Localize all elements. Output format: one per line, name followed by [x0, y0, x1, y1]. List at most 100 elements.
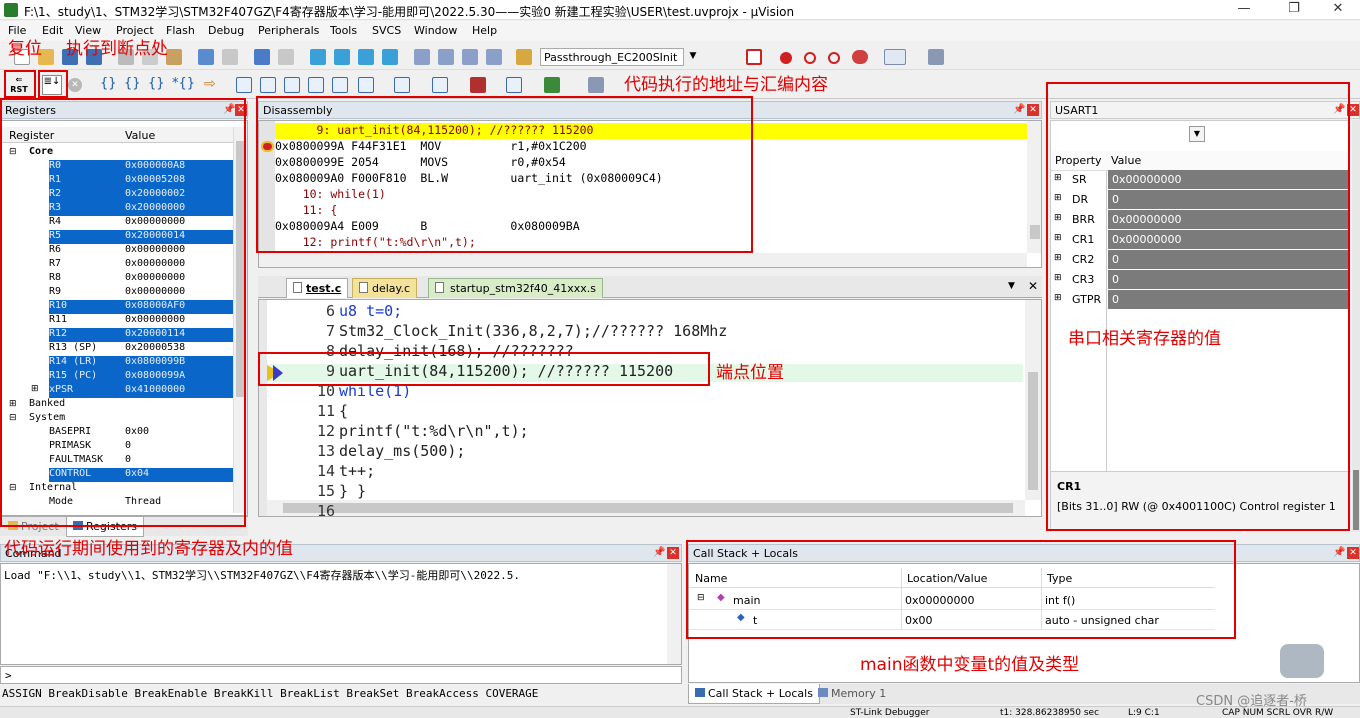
command-input[interactable]: > [0, 666, 682, 684]
scrollbar-thumb[interactable] [1028, 372, 1038, 490]
tree-expander[interactable]: ⊞ [1054, 193, 1062, 203]
menu-svcs[interactable]: SVCS [372, 24, 401, 37]
bookmark-next-icon[interactable] [358, 49, 374, 65]
code-line[interactable]: 13 delay_ms(500); [269, 442, 1019, 462]
memory-window-icon[interactable] [394, 77, 410, 93]
insert-breakpoint-icon[interactable] [780, 52, 792, 64]
step-into-icon[interactable]: {} [100, 76, 117, 91]
comment-icon[interactable] [462, 49, 478, 65]
editor-tab-strip: test.c delay.c startup_stm32f40_41xxx.s … [258, 276, 1042, 298]
bookmark-prev-icon[interactable] [334, 49, 350, 65]
disassembly-hscrollbar[interactable] [259, 253, 1027, 267]
toolbox-icon[interactable] [588, 77, 604, 93]
code-line[interactable]: 7 Stm32_Clock_Init(336,8,2,7);//?????? 16… [269, 322, 1019, 342]
usart-property-row[interactable]: ⊞ BRR 0x00000000 [1052, 210, 1348, 230]
menu-window[interactable]: Window [414, 24, 457, 37]
code-line[interactable]: 12 printf("t:%d\r\n",t); [269, 422, 1019, 442]
pin-icon[interactable]: 📌 [1333, 547, 1345, 558]
menu-flash[interactable]: Flash [166, 24, 195, 37]
watch-window-icon[interactable] [358, 77, 374, 93]
indent-icon[interactable] [414, 49, 430, 65]
code-line[interactable]: 6 u8 t=0; [269, 302, 1019, 322]
menu-edit[interactable]: Edit [42, 24, 63, 37]
tree-expander[interactable]: ⊞ [1054, 173, 1062, 183]
minimize-icon[interactable]: — [1224, 1, 1264, 16]
chevron-down-icon[interactable]: ▼ [1008, 281, 1015, 291]
step-out-icon[interactable]: {} [148, 76, 165, 91]
find-in-files-icon[interactable] [516, 49, 532, 65]
close-icon[interactable]: ✕ [1028, 279, 1038, 293]
scrollbar-thumb[interactable] [1353, 470, 1359, 530]
close-icon[interactable]: ✕ [1027, 104, 1039, 116]
menu-tools[interactable]: Tools [330, 24, 357, 37]
tree-expander[interactable]: ⊞ [1054, 273, 1062, 283]
menu-debug[interactable]: Debug [208, 24, 244, 37]
menu-help[interactable]: Help [472, 24, 497, 37]
bookmark-icon[interactable] [310, 49, 326, 65]
command-scrollbar[interactable] [667, 564, 681, 664]
paste-icon[interactable] [166, 49, 182, 65]
target-select[interactable]: Passthrough_EC200SInit [540, 48, 684, 66]
step-over-icon[interactable]: {} [124, 76, 141, 91]
nav-forward-icon[interactable] [278, 49, 294, 65]
trace-window-icon[interactable] [506, 77, 522, 93]
unindent-icon[interactable] [438, 49, 454, 65]
tree-expander[interactable]: ⊞ [1054, 253, 1062, 263]
usart-panel-scrollbar[interactable] [1352, 120, 1360, 532]
pin-icon[interactable]: 📌 [1013, 104, 1025, 115]
menu-peripherals[interactable]: Peripherals [258, 24, 319, 37]
registers-window-icon[interactable] [308, 77, 324, 93]
tab-test-c[interactable]: test.c [286, 278, 349, 298]
nav-back-icon[interactable] [254, 49, 270, 65]
chevron-down-icon[interactable]: ▼ [686, 48, 700, 66]
undo-icon[interactable] [198, 49, 214, 65]
usart-property-row[interactable]: ⊞ CR1 0x00000000 [1052, 230, 1348, 250]
editor-vscrollbar[interactable] [1025, 300, 1041, 500]
call-stack-window-icon[interactable] [332, 77, 348, 93]
code-editor[interactable]: 6 u8 t=0; 7 Stm32_Clock_Init(336,8,2,7);//?… [258, 299, 1042, 517]
redo-icon[interactable] [222, 49, 238, 65]
debug-session-icon[interactable] [746, 49, 762, 65]
window-layout-icon[interactable] [884, 49, 906, 65]
tree-expander[interactable]: ⊞ [1054, 213, 1062, 223]
usart-property-row[interactable]: ⊞ GTPR 0 [1052, 290, 1348, 310]
command-output[interactable]: Load "F:\\1、study\\1、STM32学习\\STM32F407G… [0, 563, 682, 665]
stop-icon[interactable]: ✕ [68, 78, 82, 92]
code-line[interactable]: 14 t++; [269, 462, 1019, 482]
annotation-box-locals [686, 540, 1236, 639]
close-icon[interactable]: ✕ [1347, 547, 1359, 559]
wrench-icon[interactable] [928, 49, 944, 65]
show-next-statement-icon[interactable]: ⇨ [204, 76, 216, 92]
tree-expander[interactable]: ⊞ [1054, 293, 1062, 303]
usart-property-row[interactable]: ⊞ CR2 0 [1052, 250, 1348, 270]
command-window-icon[interactable] [236, 77, 252, 93]
tab-memory[interactable]: Memory 1 [812, 684, 892, 704]
scrollbar-thumb[interactable] [1030, 225, 1040, 239]
kill-breakpoints-icon[interactable] [852, 50, 868, 64]
system-viewer-icon[interactable] [544, 77, 560, 93]
tab-delay-c[interactable]: delay.c [352, 278, 418, 298]
uncomment-icon[interactable] [486, 49, 502, 65]
run-to-cursor-icon[interactable]: *{} [172, 76, 195, 91]
code-line[interactable]: 11{ [269, 402, 1019, 422]
restore-icon[interactable]: ❐ [1274, 1, 1314, 16]
usart-property-row[interactable]: ⊞ DR 0 [1052, 190, 1348, 210]
symbols-window-icon[interactable] [284, 77, 300, 93]
enable-breakpoint-icon[interactable] [804, 52, 816, 64]
tab-startup[interactable]: startup_stm32f40_41xxx.s [428, 278, 603, 298]
tab-call-stack[interactable]: Call Stack + Locals [688, 684, 820, 704]
close-icon[interactable]: ✕ [667, 547, 679, 559]
disassembly-vscrollbar[interactable] [1027, 121, 1041, 253]
close-window-icon[interactable]: ✕ [1318, 1, 1358, 16]
code-line[interactable]: 16 [269, 502, 1019, 516]
disassembly-window-icon[interactable] [260, 77, 276, 93]
bookmark-clear-icon[interactable] [382, 49, 398, 65]
tree-expander[interactable]: ⊞ [1054, 233, 1062, 243]
analysis-window-icon[interactable] [470, 77, 486, 93]
disable-breakpoints-icon[interactable] [828, 52, 840, 64]
code-line[interactable]: 15} } [269, 482, 1019, 502]
usart-property-row[interactable]: ⊞ SR 0x00000000 [1052, 170, 1348, 190]
serial-window-icon[interactable] [432, 77, 448, 93]
usart-property-row[interactable]: ⊞ CR3 0 [1052, 270, 1348, 290]
pin-icon[interactable]: 📌 [653, 547, 665, 558]
